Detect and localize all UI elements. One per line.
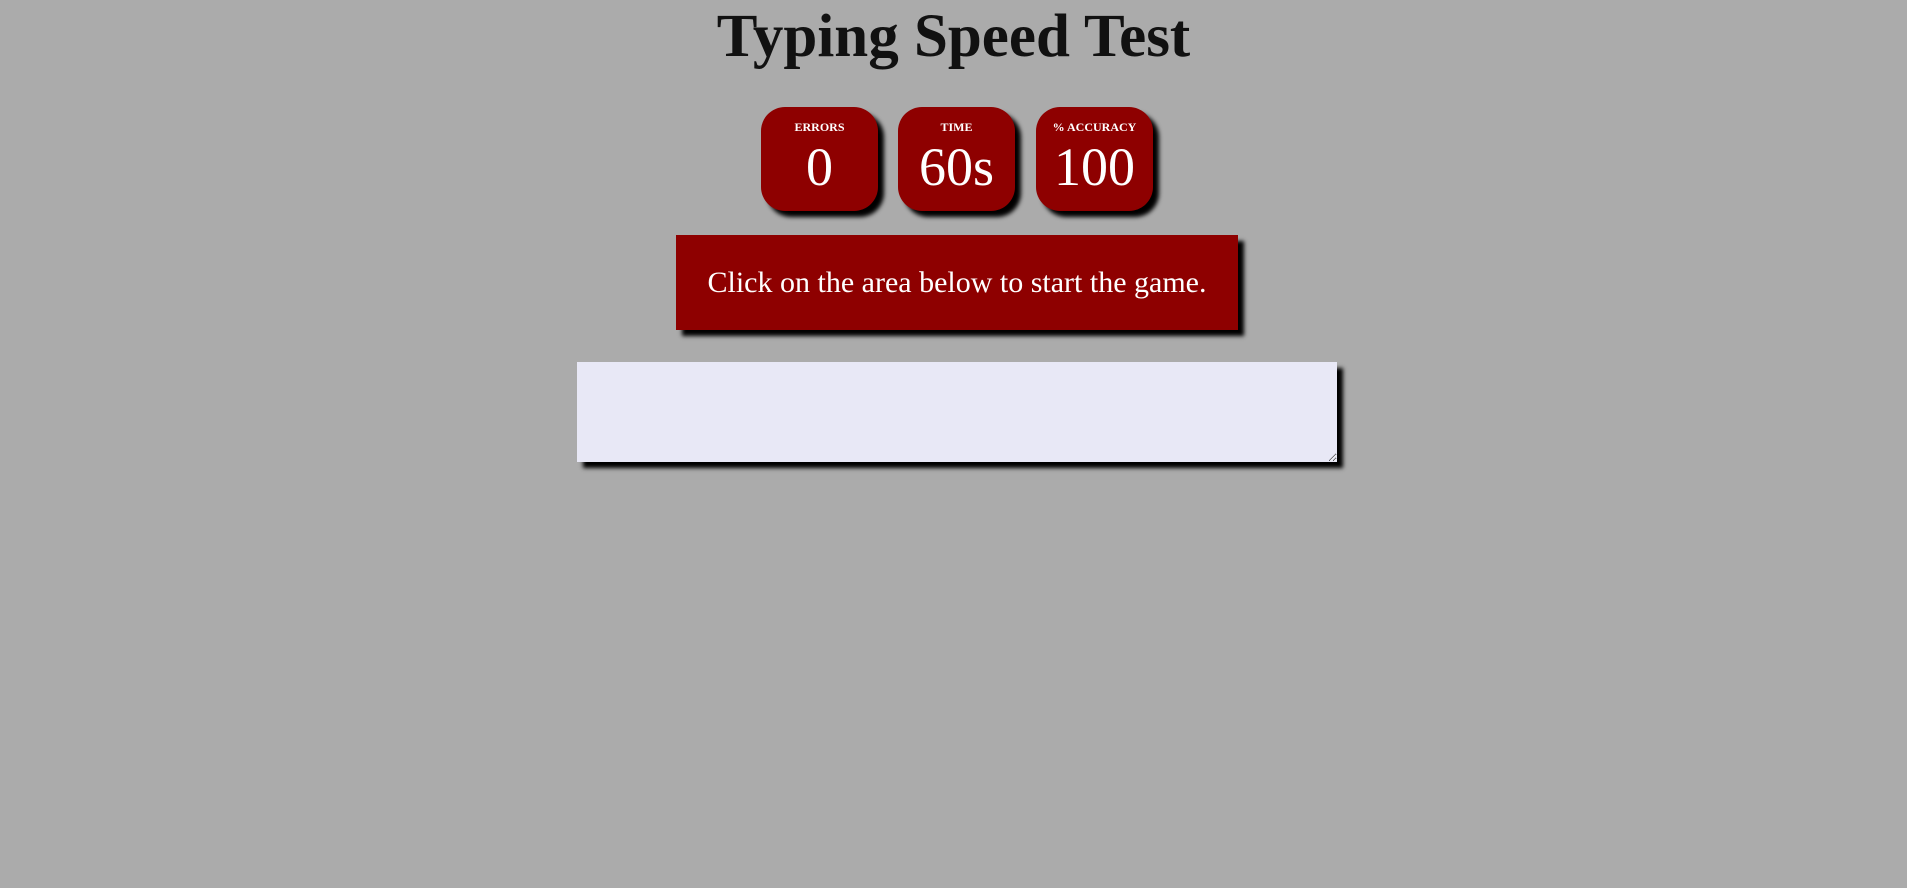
accuracy-stat: % ACCURACY 100 [1036, 107, 1153, 211]
time-value: 60s [918, 137, 994, 197]
time-label: TIME [940, 120, 973, 134]
errors-value: 0 [806, 137, 833, 197]
errors-stat: ERRORS 0 [761, 107, 878, 211]
quote-text: Click on the area below to start the gam… [676, 235, 1238, 330]
time-stat: TIME 60s [898, 107, 1015, 211]
page-title: Typing Speed Test [716, 3, 1191, 70]
typing-input-area[interactable] [577, 362, 1337, 462]
errors-label: ERRORS [794, 120, 845, 134]
accuracy-value: 100 [1054, 137, 1135, 197]
accuracy-label: % ACCURACY [1052, 120, 1137, 134]
